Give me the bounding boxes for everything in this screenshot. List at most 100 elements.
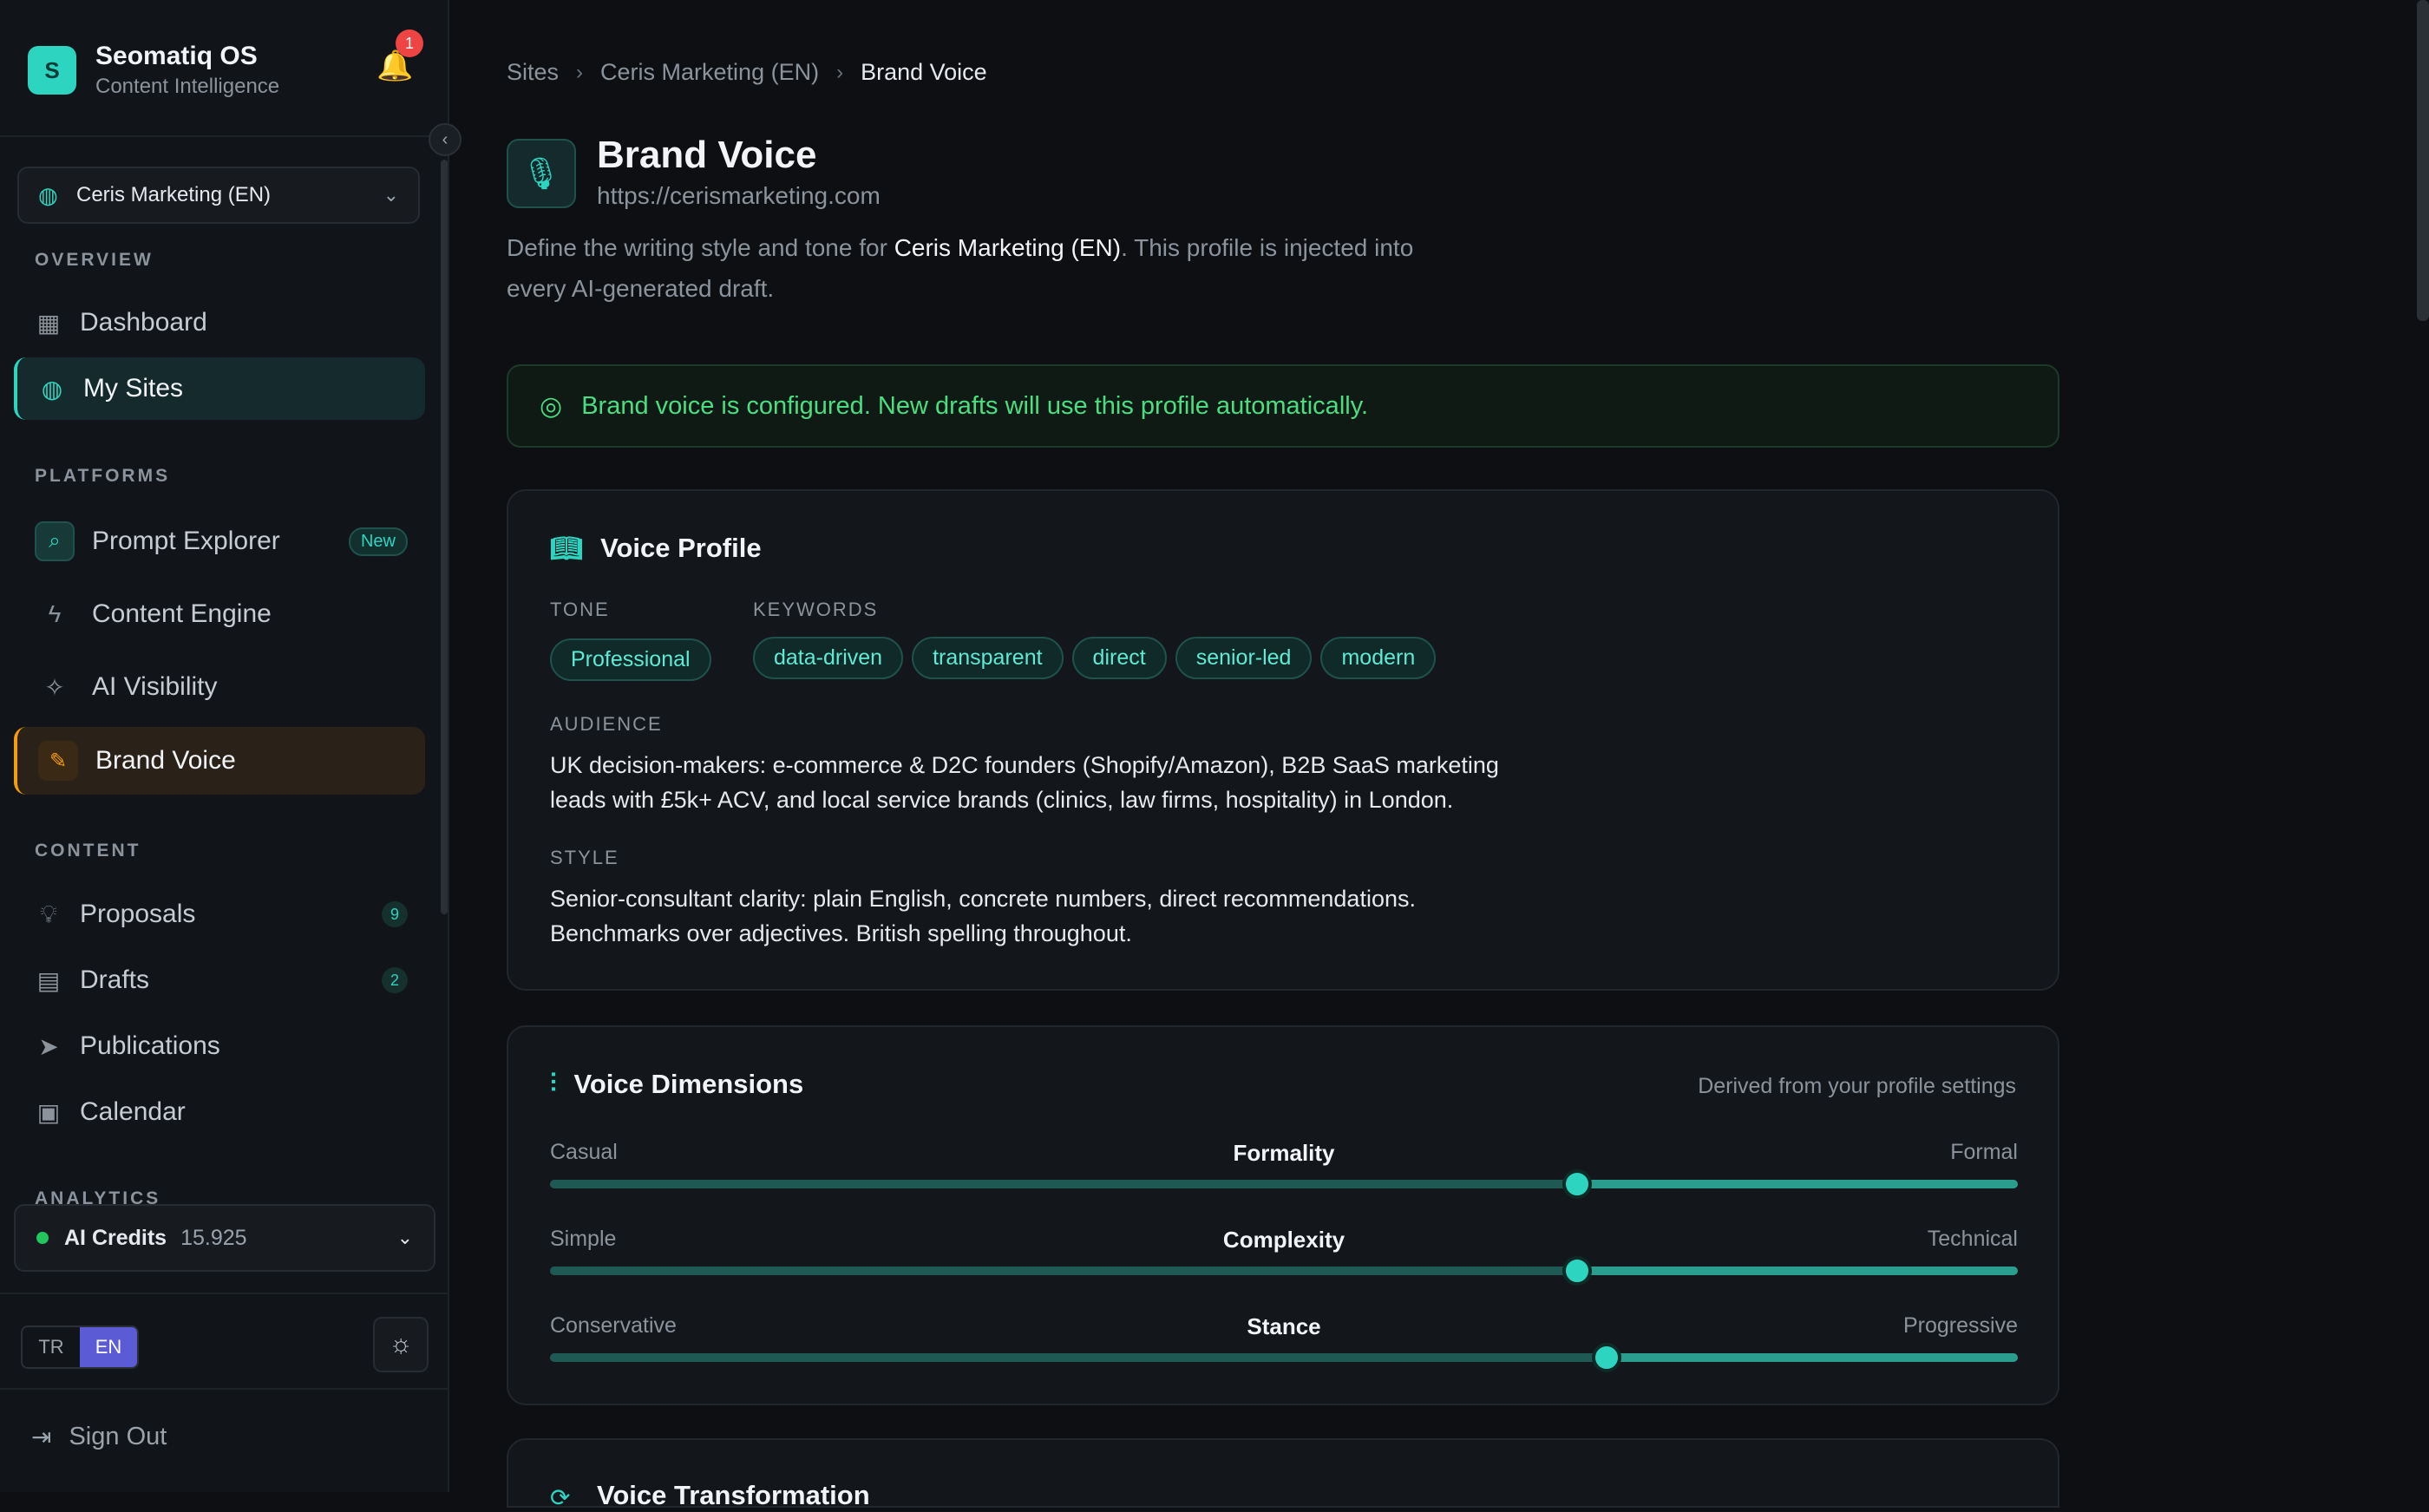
voice-dimensions-card: ⫶ Voice Dimensions Derived from your pro… [507, 1025, 2059, 1405]
sidebar-item-content-engine[interactable]: ϟ Content Engine [14, 583, 425, 645]
page-scrollbar[interactable] [2417, 0, 2429, 321]
logout-icon: ⇥ [31, 1424, 52, 1450]
sidebar-item-brand-voice[interactable]: ✎ Brand Voice [14, 727, 425, 795]
card-title: ⫶ Voice Dimensions [550, 1069, 804, 1099]
site-selector[interactable]: ◍ Ceris Marketing (EN) ⌄ [17, 167, 420, 224]
pen-icon: ✎ [38, 741, 78, 781]
voice-transformation-card: ⟳ Voice Transformation [507, 1438, 2059, 1511]
slider-name: Complexity [1222, 1227, 1345, 1253]
sun-icon: ☼ [389, 1330, 413, 1358]
keyword-chip: senior-led [1175, 637, 1313, 679]
brand[interactable]: S Seomatiq OS Content Intelligence [28, 42, 279, 99]
sidebar-item-proposals[interactable]: 💡︎ Proposals 9 [14, 883, 425, 946]
site-name-highlight: Ceris Marketing (EN) [894, 234, 1122, 261]
card-title: Voice Transformation [597, 1480, 870, 1510]
grid-icon: ▦ [36, 309, 61, 337]
complexity-slider[interactable]: Simple Complexity Technical [550, 1227, 2018, 1287]
ai-credits-dropdown[interactable]: AI Credits 15.925 ⌄ [14, 1204, 435, 1272]
slider-name: Stance [1247, 1313, 1321, 1339]
language-switcher[interactable]: TR EN [21, 1325, 139, 1369]
page-title: Brand Voice [597, 134, 817, 176]
page-description: Define the writing style and tone for Ce… [507, 234, 1414, 302]
sidebar-item-dashboard[interactable]: ▦ Dashboard [14, 291, 425, 354]
divider [0, 1388, 448, 1390]
keyword-chips: data-driven transparent direct senior-le… [753, 637, 1444, 679]
keywords-label: KEYWORDS [753, 599, 879, 620]
formality-slider[interactable]: Casual Formality Formal [550, 1140, 2018, 1201]
tone-chip: Professional [550, 638, 711, 681]
lightning-icon: ϟ [48, 600, 62, 627]
refresh-icon: ⟳ [550, 1484, 571, 1511]
status-dot [36, 1232, 49, 1244]
sidebar-item-drafts[interactable]: ▤ Drafts 2 [14, 949, 425, 1011]
sidebar-item-prompt-explorer[interactable]: ⌕ Prompt Explorer New [14, 510, 425, 573]
slider-fill [550, 1180, 1578, 1188]
stance-slider[interactable]: Conservative Stance Progressive [550, 1313, 2018, 1374]
site-url[interactable]: https://cerismarketing.com [597, 182, 881, 210]
sidebar-scrollbar[interactable] [441, 160, 448, 914]
keyword-chip: transparent [912, 637, 1064, 679]
slider-fill-right [1577, 1267, 2018, 1275]
slider-track[interactable] [550, 1267, 2018, 1275]
chevron-down-icon: ⌄ [383, 184, 399, 206]
slider-track[interactable] [550, 1180, 2018, 1188]
breadcrumb-sites[interactable]: Sites [507, 59, 559, 86]
section-analytics: ANALYTICS [35, 1188, 161, 1206]
slider-fill [550, 1353, 1607, 1362]
brand-logo: S [28, 46, 76, 95]
dimensions-note: Derived from your profile settings [1698, 1074, 2016, 1098]
sidebar-item-ai-visibility[interactable]: ✧ AI Visibility [14, 656, 425, 718]
lang-tr-button[interactable]: TR [23, 1327, 80, 1367]
section-content: CONTENT [35, 841, 141, 861]
site-selector-label: Ceris Marketing (EN) [76, 183, 272, 206]
slider-max-label: Formal [1950, 1140, 2018, 1164]
alert-text: Brand voice is configured. New drafts wi… [581, 391, 1369, 420]
slider-max-label: Technical [1927, 1227, 2018, 1251]
collapse-sidebar-button[interactable]: ‹ [429, 123, 462, 156]
lightbulb-icon: 💡︎ [40, 900, 57, 927]
proposals-count: 9 [382, 901, 408, 927]
slider-thumb[interactable] [1562, 1169, 1593, 1199]
calendar-icon: ▣ [36, 1098, 61, 1126]
chevron-right-icon: › [836, 60, 844, 84]
slider-thumb[interactable] [1592, 1343, 1622, 1372]
search-sparkle-icon: ⌕ [35, 521, 75, 561]
theme-toggle-button[interactable]: ☼ [373, 1317, 429, 1372]
status-alert: ◎ Brand voice is configured. New drafts … [507, 364, 2059, 448]
audience-label: AUDIENCE [550, 713, 663, 735]
tone-chips: Professional [550, 638, 720, 681]
keyword-chip: direct [1071, 637, 1167, 679]
keyword-chip: data-driven [753, 637, 904, 679]
sidebar-item-calendar[interactable]: ▣ Calendar [14, 1081, 425, 1143]
sidebar-item-publications[interactable]: ➤ Publications [14, 1015, 425, 1077]
section-platforms: PLATFORMS [35, 466, 171, 486]
breadcrumb: Sites › Ceris Marketing (EN) › Brand Voi… [507, 59, 987, 86]
new-badge: New [348, 527, 408, 556]
credits-label: AI Credits [64, 1225, 167, 1250]
document-icon: ▤ [36, 966, 61, 994]
breadcrumb-site[interactable]: Ceris Marketing (EN) [600, 59, 819, 86]
audience-text: UK decision-makers: e-commerce & D2C fou… [550, 752, 1499, 813]
sign-out-button[interactable]: ⇥ Sign Out [31, 1423, 167, 1451]
microphone-icon: 🎙︎ [507, 139, 576, 208]
globe-icon: ◍ [41, 375, 63, 403]
style-text: Senior-consultant clarity: plain English… [550, 886, 1416, 946]
sidebar-item-my-sites[interactable]: ◍ My Sites [14, 357, 425, 420]
slider-thumb[interactable] [1562, 1256, 1593, 1286]
lang-en-button[interactable]: EN [80, 1327, 137, 1367]
credits-value: 15.925 [180, 1225, 247, 1250]
slider-name: Formality [1233, 1140, 1335, 1166]
sidebar: S Seomatiq OS Content Intelligence 🔔 1 ‹… [0, 0, 462, 1492]
divider [0, 135, 448, 137]
slider-max-label: Progressive [1903, 1313, 2018, 1338]
breadcrumb-current: Brand Voice [861, 59, 987, 85]
slider-fill-right [1577, 1180, 2018, 1188]
book-icon: 📖︎ [550, 533, 584, 563]
slider-fill [550, 1267, 1578, 1275]
sliders-icon: ⫶ [550, 1070, 557, 1098]
style-label: STYLE [550, 847, 619, 868]
keyword-chip: modern [1320, 637, 1437, 679]
tone-label: TONE [550, 599, 610, 620]
slider-track[interactable] [550, 1353, 2018, 1362]
divider [0, 1293, 448, 1294]
